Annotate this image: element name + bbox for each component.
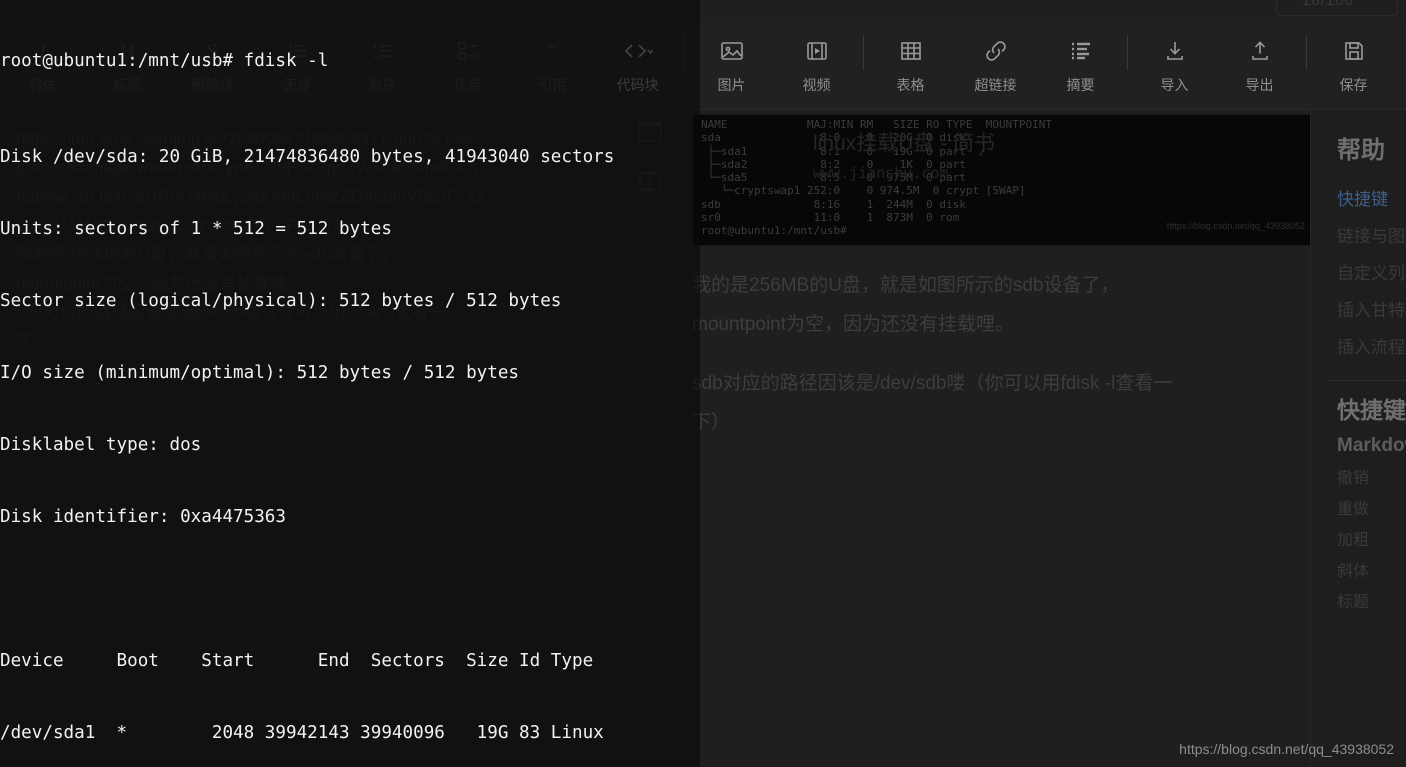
terminal-line: Disk /dev/sda: 20 GiB, 21474836480 bytes… [0,147,615,167]
lsblk-row: sdb 8:16 1 244M 0 disk [701,197,966,211]
terminal-line: Disklabel type: dos [0,435,202,455]
help-shortcut-italic: 斜体 [1337,563,1370,580]
help-divider [1329,380,1406,381]
help-shortcut-undo: 撤销 [1337,470,1370,487]
help-link-links-images[interactable]: 链接与图片 [1337,218,1406,255]
help-title: 帮助 [1337,137,1385,164]
video-icon [805,36,829,66]
toolbar-label: 摘要 [1066,77,1095,93]
toolbar-button-export[interactable]: 导出 [1217,36,1302,95]
help-link-flowchart[interactable]: 插入流程图 [1337,329,1406,366]
preview-paragraph-2: sdb对应的路径因该是/dev/sdb喽（你可以用fdisk -l查看一 下） [692,364,1304,442]
embedded-ghost-subtitle: www.jianshu.com [813,164,949,182]
toolbar-button-save[interactable]: 保存 [1311,36,1396,95]
save-icon [1342,36,1366,66]
toolbar-label: 导入 [1160,77,1189,93]
toolbar-button-summary[interactable]: 摘要 [1038,36,1123,95]
embedded-ghost-title: linux挂载U盘 - 简书 [813,132,996,155]
lsblk-row: sda 8:0 0 20G 0 disk [701,131,966,145]
terminal-line: Sector size (logical/physical): 512 byte… [0,291,562,311]
toolbar-button-video[interactable]: 视频 [774,36,859,95]
help-shortcuts-group: Markdown [1337,435,1406,456]
lsblk-row: └─sda5 8:5 0 975M 0 part [701,171,966,185]
toolbar-label: 导出 [1245,77,1274,93]
import-icon [1163,36,1187,66]
preview-text: sdb对应的路径因该是/dev/sdb喽（你可以用fdisk -l查看一 [692,373,1173,394]
toolbar-button-table[interactable]: 表格 [868,36,953,95]
preview-text: 我的是256MB的U盘，就是如图所示的sdb设备了， [692,275,1120,296]
help-sidebar: 帮助 快捷键 链接与图片 自定义列表 插入甘特图 插入流程图 快捷键 Markd… [1310,110,1406,767]
preview-text: mountpoint为空，因为还没有挂载哩。 [692,314,1015,335]
help-link-custom-list[interactable]: 自定义列表 [1337,255,1406,292]
terminal-line: Disk identifier: 0xa4475363 [0,507,286,527]
help-link-gantt[interactable]: 插入甘特图 [1337,292,1406,329]
help-link-shortcuts[interactable]: 快捷键 [1337,181,1406,218]
embedded-watermark: https://blog.csdn.net/qq_43938052 [1166,220,1305,231]
word-counter: 18/100 [1302,0,1354,9]
terminal-window[interactable]: root@ubuntu1:/mnt/usb# fdisk -l Disk /de… [0,0,700,767]
toolbar-label: 超链接 [974,77,1017,93]
toolbar-label: 视频 [802,77,831,93]
link-icon [984,36,1008,66]
toolbar-label: 图片 [717,77,746,93]
toolbar-label: 表格 [896,77,925,93]
summary-icon [1069,36,1093,66]
preview-paragraph-1: 我的是256MB的U盘，就是如图所示的sdb设备了， mountpoint为空，… [692,266,1304,344]
toolbar-button-image[interactable]: 图片 [689,36,774,95]
terminal-table-row: /dev/sda1 * 2048 39942143 39940096 19G 8… [0,723,604,743]
lsblk-row: ├─sda2 8:2 0 1K 0 part [701,157,966,171]
toolbar-divider [863,36,864,70]
toolbar-label: 保存 [1339,77,1368,93]
help-shortcut-bold: 加粗 [1337,532,1370,549]
lsblk-row: ├─sda1 8:1 0 19G 0 part / [701,144,986,158]
lsblk-header: NAME MAJ:MIN RM SIZE RO TYPE MOUNTPOINT [701,118,1052,131]
lsblk-row: └─cryptswap1 252:0 0 974.5M 0 crypt [SWA… [701,184,1026,198]
table-icon [899,36,923,66]
toolbar-divider [1306,36,1307,70]
page-watermark: https://blog.csdn.net/qq_43938052 [1179,741,1394,757]
markdown-preview-pane: linux挂载U盘 - 简书 www.jianshu.com NAME MAJ:… [678,110,1310,767]
toolbar-button-link[interactable]: 超链接 [953,36,1038,95]
terminal-table-header: Device Boot Start End Sectors Size Id Ty… [0,651,594,671]
toolbar-divider [1127,36,1128,70]
image-icon [720,36,744,66]
embedded-screenshot-lsblk[interactable]: linux挂载U盘 - 简书 www.jianshu.com NAME MAJ:… [692,114,1310,246]
terminal-line: Units: sectors of 1 * 512 = 512 bytes [0,219,392,239]
export-icon [1248,36,1272,66]
help-shortcut-heading: 标题 [1337,594,1370,611]
help-shortcuts-title: 快捷键 [1337,397,1406,423]
terminal-line: I/O size (minimum/optimal): 512 bytes / … [0,363,520,383]
toolbar-button-import[interactable]: 导入 [1132,36,1217,95]
terminal-prompt-line: root@ubuntu1:/mnt/usb# fdisk -l [0,51,329,71]
help-shortcut-redo: 重做 [1337,501,1370,518]
